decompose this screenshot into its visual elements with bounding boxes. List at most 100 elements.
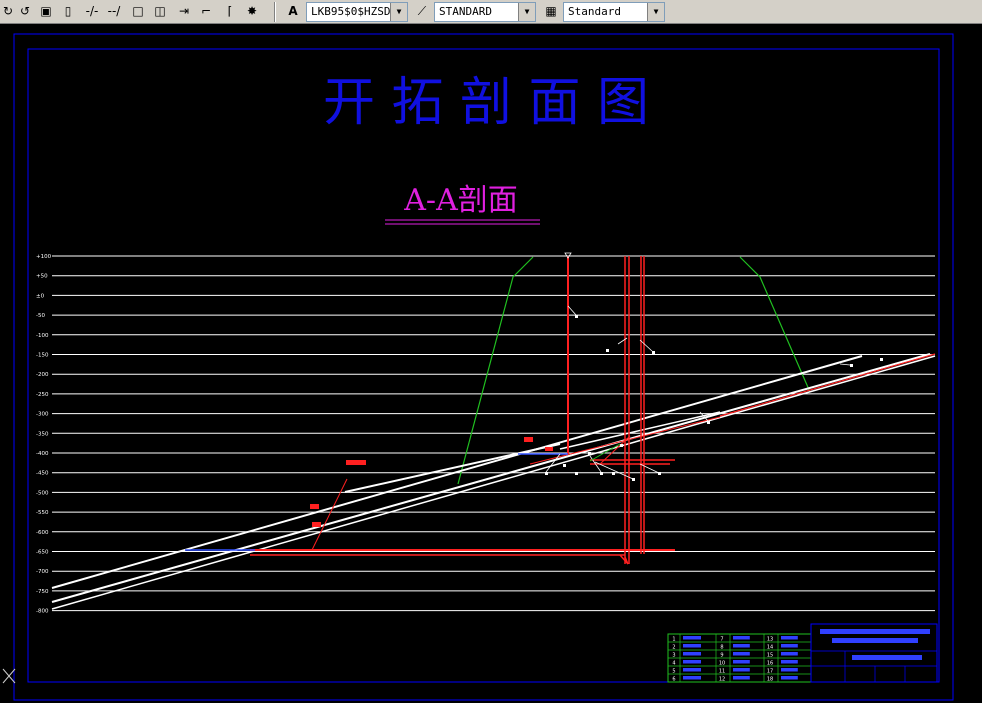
text-style-icon[interactable]: A [285,3,301,19]
redo-icon[interactable]: ↻ [0,3,16,19]
drawing-title: 开 拓 剖 面 图 [323,73,649,133]
rectangle-open-icon[interactable]: ◫ [152,3,168,19]
title-block-cell-text [781,676,798,680]
title-block-cell-text [733,668,750,672]
elevation-grid: +100 +50 ±0 -50 -100 -150 -200 -250 -300 -350 -400… [36,254,935,615]
elevation-label: -200 [36,372,49,378]
elevation-label: -100 [36,333,49,339]
title-block-cell-text [781,644,798,648]
title-block-row-number: 11 [719,669,725,675]
elevation-label: -800 [36,609,49,615]
elevation-label: -300 [36,412,49,418]
text-style-select[interactable]: LKB95$0$HZSD ▼ [306,2,408,22]
text-style-value: LKB95$0$HZSD [311,5,391,18]
dim-style-value: STANDARD [439,5,492,18]
chamfer-icon[interactable]: ⌈ [222,3,238,19]
title-block-row-number: 4 [672,661,675,667]
table-style-icon[interactable]: ▦ [543,3,559,19]
level-marker [312,522,321,527]
toolbar: ↻ ↺ ▣ ▯ -/- --/ □ ◫ ⇥ ⌐ ⌈ ✸ A LKB95$0$HZ… [0,0,982,24]
dim-style-select[interactable]: STANDARD ▼ [434,2,536,22]
title-block-cell-text [683,644,701,648]
title-block-cell-text [781,660,798,664]
explode-icon[interactable]: ✸ [244,3,260,19]
title-block-cell-text [781,652,798,656]
title-block-cell-text [733,644,750,648]
drawing-name-block [852,655,922,660]
title-block-cell-text [683,636,701,640]
title-block-cell-text [733,676,750,680]
elevation-label: -150 [36,353,49,359]
title-block-cell-text [683,668,701,672]
elevation-label: -700 [36,569,49,575]
project-name-block [832,638,918,643]
section-title: A-A剖面 [403,183,517,218]
fillet-icon[interactable]: ⌐ [198,3,214,19]
outcrop-line-left [457,256,534,485]
level-marker [346,460,366,465]
table-style-select[interactable]: Standard ▼ [563,2,665,22]
level-marker [545,447,553,451]
outer-frame [13,33,954,701]
title-block-row-number: 3 [672,653,675,659]
title-block-row-number: 6 [672,677,675,683]
title-block-cell-text [683,652,701,656]
outcrop-line-right [739,256,811,393]
ucs-icon [2,668,16,684]
title-block-cell-text [683,676,701,680]
elevation-label: -600 [36,530,49,536]
elevation-label: -550 [36,510,49,516]
title-block-row-number: 18 [767,677,773,683]
undo-icon[interactable]: ↺ [17,3,33,19]
cad-drawing: 开 拓 剖 面 图 A-A剖面 +100 +50 ±0 -50 -100 -150 -200… [2,33,954,701]
elevation-label: +50 [36,274,48,280]
title-block: 1 7 132 8 143 9 154 10 165 11 176 12 18 [667,623,938,683]
extend-icon[interactable]: --/ [106,3,122,19]
elevation-label: -400 [36,451,49,457]
join-icon[interactable]: ⇥ [176,3,192,19]
seam-roadway [51,355,863,589]
title-block-cell-text [683,660,701,664]
title-block-row-number: 7 [720,637,723,643]
title-block-row-number: 9 [720,653,723,659]
shaft-bottom [619,554,629,565]
drawing-canvas[interactable]: 开 拓 剖 面 图 A-A剖面 +100 +50 ±0 -50 -100 -150 -200… [0,24,982,703]
title-block-row-number: 1 [672,637,675,643]
table-style-value: Standard [568,5,621,18]
title-block-row-number: 17 [767,669,773,675]
title-block-row-number: 10 [719,661,725,667]
elevation-label: -750 [36,589,49,595]
elevation-label: -350 [36,431,49,437]
elevation-label: -250 [36,392,49,398]
elevation-label: -500 [36,490,49,496]
inclined-roadway-red [311,478,348,551]
title-block-cell-text [733,652,750,656]
elevation-label: -450 [36,471,49,477]
seam-roadway [51,353,931,603]
elevation-label: +100 [36,254,52,260]
level-marker [524,437,533,442]
inner-frame [27,48,940,683]
seam-roadway [559,411,721,450]
title-block-cell-text [781,668,798,672]
chevron-down-icon[interactable]: ▼ [390,3,407,21]
dim-style-icon[interactable]: ⟋ [414,3,430,19]
chevron-down-icon[interactable]: ▼ [647,3,664,21]
institution-name-block [820,629,930,634]
title-block-row-number: 12 [719,677,725,683]
elevation-label: -650 [36,550,49,556]
title-block-cell-text [733,636,750,640]
level-marker [310,504,319,509]
toolbar-separator [274,2,276,22]
chevron-down-icon[interactable]: ▼ [518,3,535,21]
rectangle-icon[interactable]: □ [130,3,146,19]
elevation-label: ±0 [36,293,45,299]
inclined-roadway-red [719,353,936,417]
title-block-row-number: 2 [672,645,675,651]
title-block-row-number: 8 [720,645,723,651]
title-block-cell-text [733,660,750,664]
ruler-icon[interactable]: ▯ [60,3,76,19]
window-icon[interactable]: ▣ [38,3,54,19]
break-icon[interactable]: -/- [84,3,100,19]
title-block-row-number: 15 [767,653,773,659]
